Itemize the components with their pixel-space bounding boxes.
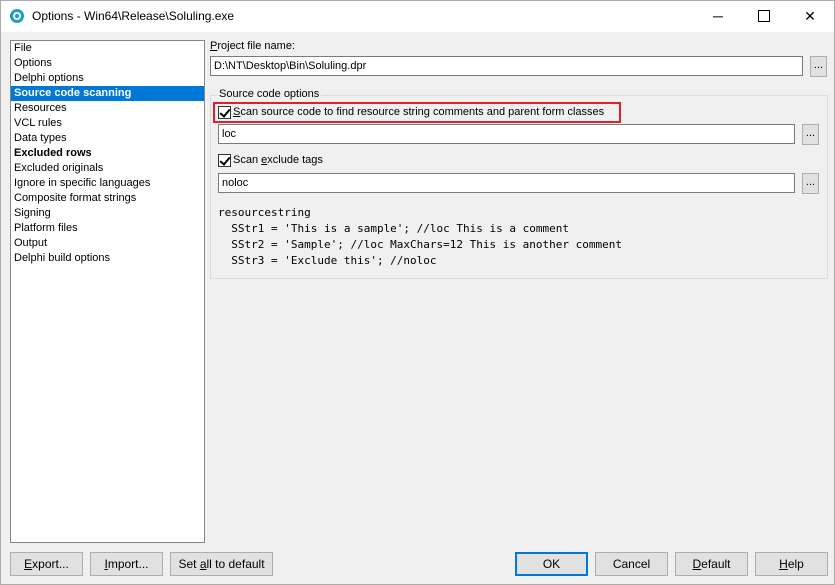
highlight-box <box>213 102 621 123</box>
code-line: resourcestring <box>218 206 311 219</box>
set-all-to-default-button[interactable]: Set all to default <box>170 552 273 576</box>
nav-item-output[interactable]: Output <box>11 236 204 251</box>
scan-exclude-browse-button[interactable]: ... <box>802 173 819 194</box>
close-button[interactable]: ✕ <box>787 1 833 32</box>
nav-item-data-types[interactable]: Data types <box>11 131 204 146</box>
nav-item-source-code-scanning[interactable]: Source code scanning <box>11 86 204 101</box>
scan-comments-browse-button[interactable]: ... <box>802 124 819 145</box>
source-code-options-title: Source code options <box>217 88 322 100</box>
minimize-icon: ─ <box>713 8 723 24</box>
code-line: SStr2 = 'Sample'; //loc MaxChars=12 This… <box>218 238 622 251</box>
nav-item-resources[interactable]: Resources <box>11 101 204 116</box>
code-line: SStr3 = 'Exclude this'; //noloc <box>218 254 437 267</box>
scan-exclude-tag-input[interactable]: noloc <box>218 173 795 193</box>
project-file-label: Project file name: <box>210 40 295 52</box>
import-button[interactable]: Import... <box>90 552 163 576</box>
nav-item-composite-format-strings[interactable]: Composite format strings <box>11 191 204 206</box>
window-title: Options - Win64\Release\Soluling.exe <box>32 9 235 23</box>
ok-button[interactable]: OK <box>515 552 588 576</box>
nav-item-ignore-languages[interactable]: Ignore in specific languages <box>11 176 204 191</box>
maximize-button[interactable] <box>741 1 787 32</box>
nav-item-file[interactable]: File <box>11 41 204 56</box>
help-button[interactable]: Help <box>755 552 828 576</box>
default-button[interactable]: Default <box>675 552 748 576</box>
code-line: SStr1 = 'This is a sample'; //loc This i… <box>218 222 569 235</box>
nav-item-platform-files[interactable]: Platform files <box>11 221 204 236</box>
options-window: Options - Win64\Release\Soluling.exe ─ ✕… <box>0 0 835 585</box>
export-button[interactable]: Export... <box>10 552 83 576</box>
scan-comments-tag-input[interactable]: loc <box>218 124 795 144</box>
close-icon: ✕ <box>804 8 816 24</box>
maximize-icon <box>758 10 770 23</box>
nav-item-delphi-options[interactable]: Delphi options <box>11 71 204 86</box>
code-sample: resourcestring SStr1 = 'This is a sample… <box>218 205 622 269</box>
scan-exclude-label[interactable]: Scan exclude tags <box>233 154 323 166</box>
nav-item-excluded-originals[interactable]: Excluded originals <box>11 161 204 176</box>
nav-item-delphi-build-options[interactable]: Delphi build options <box>11 251 204 266</box>
project-file-browse-button[interactable]: ... <box>810 56 827 77</box>
nav-item-vcl-rules[interactable]: VCL rules <box>11 116 204 131</box>
options-category-list[interactable]: File Options Delphi options Source code … <box>10 40 205 543</box>
project-file-input[interactable]: D:\NT\Desktop\Bin\Soluling.dpr <box>210 56 803 76</box>
nav-item-excluded-rows[interactable]: Excluded rows <box>11 146 204 161</box>
nav-item-options[interactable]: Options <box>11 56 204 71</box>
app-icon <box>10 9 24 23</box>
scan-exclude-checkbox[interactable] <box>218 154 231 167</box>
title-bar[interactable]: Options - Win64\Release\Soluling.exe ─ ✕ <box>1 1 834 32</box>
cancel-button[interactable]: Cancel <box>595 552 668 576</box>
nav-item-signing[interactable]: Signing <box>11 206 204 221</box>
minimize-button[interactable]: ─ <box>695 1 741 32</box>
